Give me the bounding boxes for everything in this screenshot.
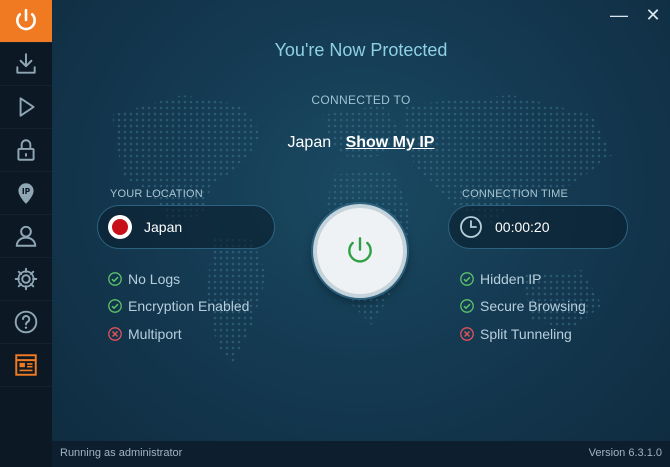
- ip-location-icon: IP: [18, 183, 34, 204]
- location-value: Japan: [144, 219, 183, 235]
- version-label: Version 6.3.1.0: [588, 447, 662, 459]
- download-icon: [16, 53, 36, 74]
- power-icon: [16, 8, 36, 31]
- sidebar-item-account[interactable]: [0, 215, 52, 258]
- feature-hidden-ip: Hidden IP: [460, 271, 541, 287]
- japan-flag-icon: [108, 215, 132, 239]
- news-icon: [15, 354, 37, 376]
- feature-label: Secure Browsing: [480, 298, 586, 314]
- location-pill: Japan: [97, 205, 275, 249]
- user-icon: [15, 225, 37, 247]
- power-icon: [348, 237, 372, 263]
- feature-split-tunneling: Split Tunneling: [460, 326, 572, 342]
- status-bar: Running as administrator Version 6.3.1.0: [52, 441, 670, 467]
- protection-headline: You're Now Protected: [274, 40, 448, 60]
- feature-no-logs: No Logs: [108, 271, 180, 287]
- check-icon: [108, 272, 122, 286]
- feature-label: Multiport: [128, 326, 182, 342]
- svg-text:IP: IP: [22, 187, 31, 196]
- check-icon: [460, 272, 474, 286]
- play-icon: [19, 97, 35, 117]
- feature-encryption-enabled: Encryption Enabled: [108, 298, 249, 314]
- sidebar-item-play[interactable]: [0, 86, 52, 129]
- connected-country: Japan: [287, 134, 332, 151]
- sidebar-item-downloads[interactable]: [0, 43, 52, 86]
- gear-icon: [14, 267, 38, 291]
- show-my-ip-link[interactable]: Show My IP: [346, 134, 435, 151]
- feature-label: Hidden IP: [480, 271, 542, 287]
- feature-multiport: Multiport: [108, 326, 182, 342]
- cross-icon: [460, 327, 474, 341]
- connection-time-pill: 00:00:20: [448, 205, 628, 249]
- admin-status: Running as administrator: [60, 447, 183, 459]
- your-location-label: YOUR LOCATION: [110, 188, 203, 200]
- cross-icon: [108, 327, 122, 341]
- sidebar-item-ip[interactable]: IP: [0, 172, 52, 215]
- feature-label: Encryption Enabled: [128, 298, 250, 314]
- title-bar: — ✕: [52, 0, 670, 30]
- minimize-button[interactable]: —: [609, 5, 629, 25]
- connection-time-value: 00:00:20: [495, 219, 550, 235]
- connection-time-label: CONNECTION TIME: [462, 188, 569, 200]
- clock-icon: [460, 216, 482, 238]
- check-icon: [460, 299, 474, 313]
- feature-label: Split Tunneling: [480, 326, 572, 342]
- sidebar-item-power[interactable]: [0, 0, 52, 43]
- connected-to-label: CONNECTED TO: [311, 93, 411, 107]
- sidebar: IP: [0, 0, 52, 467]
- main-panel: — ✕ You're Now Protected CONNECTED TO Ja…: [52, 0, 670, 467]
- close-button[interactable]: ✕: [643, 5, 663, 25]
- sidebar-item-lock[interactable]: [0, 129, 52, 172]
- power-button[interactable]: [313, 204, 407, 298]
- connected-country-line: Japan Show My IP: [52, 134, 670, 152]
- check-icon: [108, 299, 122, 313]
- sidebar-item-help[interactable]: [0, 301, 52, 344]
- sidebar-item-settings[interactable]: [0, 258, 52, 301]
- sidebar-item-news[interactable]: [0, 344, 52, 387]
- lock-icon: [17, 139, 35, 161]
- feature-label: No Logs: [128, 271, 181, 287]
- vpn-app-window: IP — ✕ You're Now Protected CONNECTED TO…: [0, 0, 670, 467]
- feature-secure-browsing: Secure Browsing: [460, 298, 586, 314]
- help-icon: [14, 310, 38, 334]
